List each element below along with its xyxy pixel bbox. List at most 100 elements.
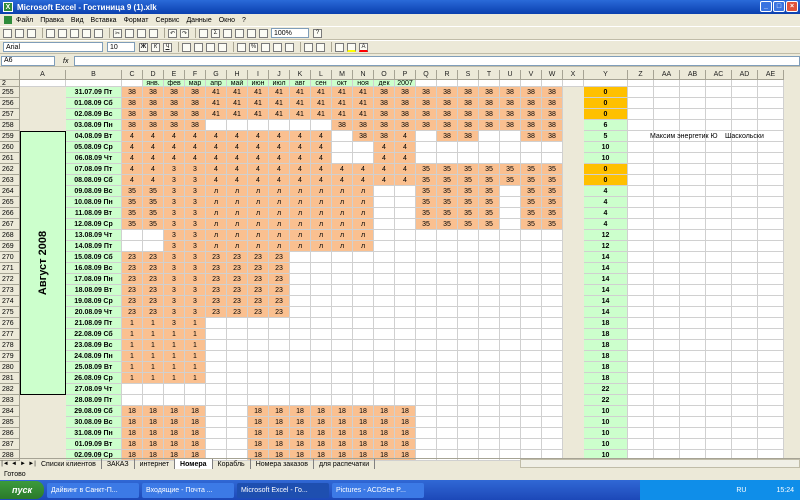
sheet-tab[interactable]: Номера: [175, 459, 213, 469]
empty-cell[interactable]: [654, 439, 680, 450]
table-cell[interactable]: 23: [227, 274, 248, 285]
col-header-V[interactable]: V: [521, 70, 542, 80]
table-cell[interactable]: 38: [374, 109, 395, 120]
month-cell[interactable]: апр: [206, 80, 227, 87]
date-cell[interactable]: 25.08.09 Вт: [66, 362, 122, 373]
table-cell[interactable]: л: [269, 230, 290, 241]
table-cell[interactable]: [521, 351, 542, 362]
empty-cell[interactable]: [654, 296, 680, 307]
free-count-cell[interactable]: 4: [584, 219, 628, 230]
table-cell[interactable]: 18: [248, 406, 269, 417]
row-header[interactable]: 260: [0, 142, 20, 153]
row-header[interactable]: 265: [0, 197, 20, 208]
table-cell[interactable]: 38: [542, 120, 563, 131]
empty-cell[interactable]: [628, 252, 654, 263]
table-cell[interactable]: [500, 417, 521, 428]
table-cell[interactable]: [437, 406, 458, 417]
table-cell[interactable]: [311, 329, 332, 340]
table-cell[interactable]: [542, 351, 563, 362]
month-cell[interactable]: [20, 80, 66, 87]
date-cell[interactable]: 19.08.09 Ср: [66, 296, 122, 307]
row-header[interactable]: 284: [0, 406, 20, 417]
table-cell[interactable]: 4: [311, 164, 332, 175]
date-cell[interactable]: 08.08.09 Сб: [66, 175, 122, 186]
table-cell[interactable]: [206, 373, 227, 384]
table-cell[interactable]: [437, 252, 458, 263]
table-cell[interactable]: л: [311, 197, 332, 208]
table-cell[interactable]: [500, 219, 521, 230]
table-cell[interactable]: [248, 340, 269, 351]
table-cell[interactable]: 4: [290, 131, 311, 142]
free-count-cell[interactable]: 4: [584, 197, 628, 208]
table-cell[interactable]: 3: [164, 252, 185, 263]
table-cell[interactable]: [311, 296, 332, 307]
empty-cell[interactable]: [758, 263, 784, 274]
table-cell[interactable]: [500, 252, 521, 263]
date-cell[interactable]: 27.08.09 Чт: [66, 384, 122, 395]
table-cell[interactable]: 4: [164, 153, 185, 164]
menu-item-8[interactable]: ?: [242, 17, 246, 24]
table-cell[interactable]: [437, 230, 458, 241]
table-cell[interactable]: [395, 219, 416, 230]
table-cell[interactable]: 4: [395, 175, 416, 186]
empty-cell[interactable]: [732, 439, 758, 450]
table-cell[interactable]: 3: [185, 230, 206, 241]
table-cell[interactable]: 23: [122, 252, 143, 263]
table-cell[interactable]: [311, 351, 332, 362]
table-cell[interactable]: 18: [353, 417, 374, 428]
table-cell[interactable]: [290, 318, 311, 329]
table-cell[interactable]: 35: [479, 197, 500, 208]
table-cell[interactable]: 23: [269, 274, 290, 285]
table-cell[interactable]: [542, 417, 563, 428]
table-cell[interactable]: [395, 208, 416, 219]
free-count-cell[interactable]: 0: [584, 87, 628, 98]
table-cell[interactable]: 23: [248, 285, 269, 296]
table-cell[interactable]: 18: [311, 439, 332, 450]
table-cell[interactable]: 41: [290, 109, 311, 120]
row-header[interactable]: 262: [0, 164, 20, 175]
empty-cell[interactable]: [628, 263, 654, 274]
table-cell[interactable]: 4: [227, 131, 248, 142]
table-cell[interactable]: 1: [122, 318, 143, 329]
empty-cell[interactable]: [680, 318, 706, 329]
table-cell[interactable]: 38: [500, 98, 521, 109]
col-header-G[interactable]: G: [206, 70, 227, 80]
table-cell[interactable]: 23: [269, 296, 290, 307]
table-cell[interactable]: [290, 263, 311, 274]
empty-cell[interactable]: [680, 285, 706, 296]
table-cell[interactable]: 3: [185, 219, 206, 230]
free-count-cell[interactable]: 0: [584, 98, 628, 109]
table-cell[interactable]: [332, 384, 353, 395]
empty-cell[interactable]: [758, 175, 784, 186]
empty-cell[interactable]: [758, 87, 784, 98]
menu-item-5[interactable]: Сервис: [155, 17, 179, 24]
table-cell[interactable]: л: [311, 186, 332, 197]
table-cell[interactable]: [143, 241, 164, 252]
table-cell[interactable]: [185, 384, 206, 395]
percent-icon[interactable]: %: [249, 42, 258, 52]
table-cell[interactable]: [374, 373, 395, 384]
table-cell[interactable]: [500, 197, 521, 208]
table-cell[interactable]: 3: [185, 263, 206, 274]
table-cell[interactable]: [290, 373, 311, 384]
taskbar-item[interactable]: Pictures - ACDSee P...: [332, 482, 424, 498]
copy-icon[interactable]: [125, 28, 134, 38]
table-cell[interactable]: 18: [395, 439, 416, 450]
table-cell[interactable]: 18: [185, 417, 206, 428]
free-count-cell[interactable]: 10: [584, 142, 628, 153]
table-cell[interactable]: 38: [164, 98, 185, 109]
table-cell[interactable]: 38: [437, 120, 458, 131]
table-cell[interactable]: 23: [143, 296, 164, 307]
empty-cell[interactable]: [706, 362, 732, 373]
table-cell[interactable]: 41: [269, 109, 290, 120]
table-cell[interactable]: 38: [164, 109, 185, 120]
table-cell[interactable]: 3: [164, 208, 185, 219]
table-cell[interactable]: [437, 274, 458, 285]
empty-cell[interactable]: [706, 252, 732, 263]
table-cell[interactable]: [395, 351, 416, 362]
table-cell[interactable]: [353, 384, 374, 395]
table-cell[interactable]: [227, 384, 248, 395]
empty-cell[interactable]: [628, 296, 654, 307]
table-cell[interactable]: 35: [542, 186, 563, 197]
table-cell[interactable]: [542, 384, 563, 395]
